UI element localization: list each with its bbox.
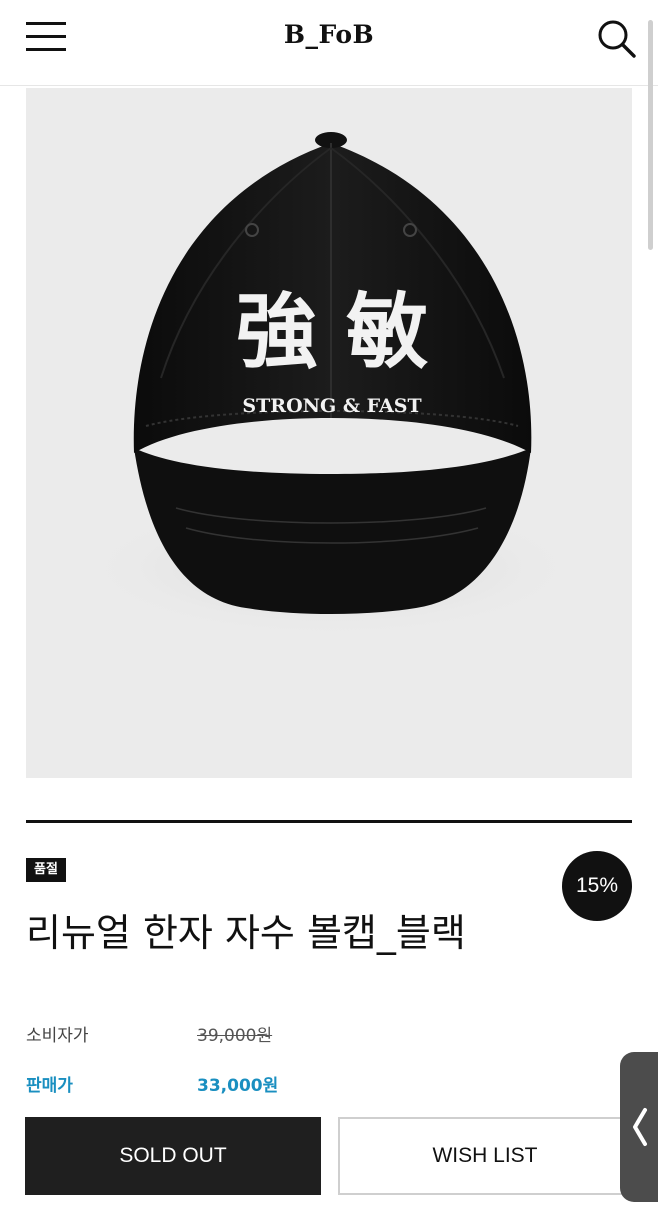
sale-price: 33,000원 xyxy=(197,1076,279,1096)
soldout-badge: 품절 xyxy=(26,858,66,882)
page-scrollbar[interactable] xyxy=(648,20,653,250)
top-header: B_FoB xyxy=(0,0,658,86)
wish-list-button[interactable]: WISH LIST xyxy=(338,1117,632,1195)
product-image[interactable]: 強 敏 STRONG & FAST xyxy=(26,88,632,778)
cap-caption: STRONG & FAST xyxy=(242,395,421,417)
discount-badge: 15% xyxy=(562,851,632,921)
sold-out-button[interactable]: SOLD OUT xyxy=(25,1117,321,1195)
section-divider xyxy=(26,820,632,823)
consumer-price: 39,000원 xyxy=(197,1026,273,1046)
cap-illustration: 強 敏 STRONG & FAST xyxy=(81,132,581,638)
chevron-left-icon xyxy=(633,1108,647,1146)
sale-price-label: 판매가 xyxy=(26,1076,73,1096)
product-title: 리뉴얼 한자 자수 볼캡_블랙 xyxy=(26,911,466,955)
search-icon[interactable] xyxy=(596,18,636,58)
side-drawer-tab[interactable] xyxy=(620,1052,658,1202)
consumer-price-label: 소비자가 xyxy=(26,1026,89,1046)
cap-kanji: 強 敏 xyxy=(236,284,429,380)
site-logo[interactable]: B_FoB xyxy=(0,20,658,49)
